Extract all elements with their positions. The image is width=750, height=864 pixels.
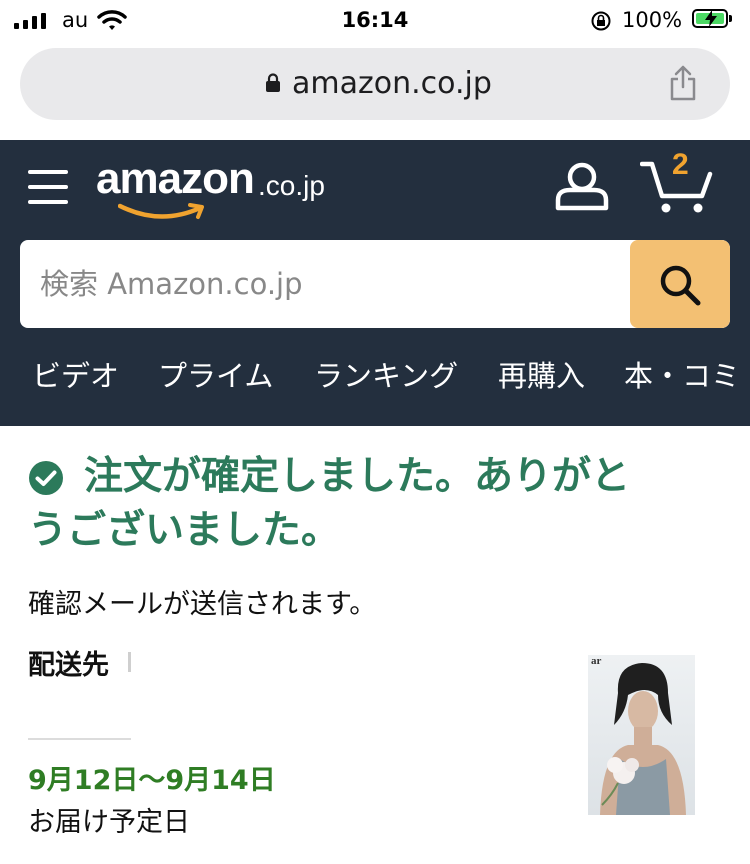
- product-thumbnail[interactable]: ar: [588, 655, 695, 815]
- battery-tip: [729, 15, 732, 22]
- confirmation-title-line1: 注文が確定しました。ありがと: [84, 454, 631, 499]
- account-icon[interactable]: [554, 160, 610, 212]
- cart-count-badge: 2: [672, 148, 689, 181]
- redacted-address: [128, 652, 131, 672]
- nav-item-rebuy[interactable]: 再購入: [498, 352, 585, 400]
- logo-tld: .co.jp: [258, 170, 325, 201]
- smile-arrow-icon: [118, 203, 204, 219]
- category-nav: ビデオ プライム ランキング 再購入 本・コミ: [0, 352, 750, 400]
- search-input[interactable]: [20, 240, 630, 328]
- site-header: amazon .co.jp 2 ビデオ プライム ランキング 再購入 本・コミ: [0, 140, 750, 426]
- delivery-date-label: お届け予定日: [28, 807, 190, 838]
- magazine-cover-image: [588, 655, 695, 815]
- url-domain: amazon.co.jp: [292, 66, 492, 101]
- lock-icon: [266, 73, 280, 92]
- menu-icon[interactable]: [28, 170, 68, 204]
- magazine-brand: ar: [591, 655, 602, 667]
- nav-item-ranking[interactable]: ランキング: [314, 352, 458, 400]
- address-bar[interactable]: amazon.co.jp: [20, 48, 730, 120]
- search-icon: [660, 265, 701, 306]
- delivery-date-range: 9月12日〜9月14日: [28, 765, 276, 796]
- check-circle-icon: [29, 461, 63, 495]
- search-button[interactable]: [630, 240, 730, 328]
- nav-item-video[interactable]: ビデオ: [32, 352, 119, 400]
- divider: [28, 738, 131, 740]
- battery-percentage: 100%: [622, 8, 683, 32]
- confirmation-email-note: 確認メールが送信されます。: [28, 589, 377, 620]
- battery-icon: [692, 9, 728, 28]
- status-bar: au 16:14 100%: [0, 0, 750, 40]
- nav-item-prime[interactable]: プライム: [158, 352, 273, 400]
- share-icon[interactable]: [668, 65, 698, 101]
- confirmation-title-line2: うございました。: [28, 508, 341, 553]
- confirmation-title: 注文が確定しました。ありがとうございました。: [28, 450, 724, 558]
- amazon-logo[interactable]: amazon .co.jp: [96, 154, 336, 220]
- order-confirmation: 注文が確定しました。ありがとうございました。: [28, 450, 728, 558]
- delivery-address-label: 配送先: [28, 650, 109, 681]
- logo-wordmark: amazon: [96, 154, 255, 203]
- rotation-lock-icon: [591, 11, 611, 31]
- search-bar: [20, 240, 730, 328]
- nav-item-books-comics[interactable]: 本・コミ: [624, 352, 740, 400]
